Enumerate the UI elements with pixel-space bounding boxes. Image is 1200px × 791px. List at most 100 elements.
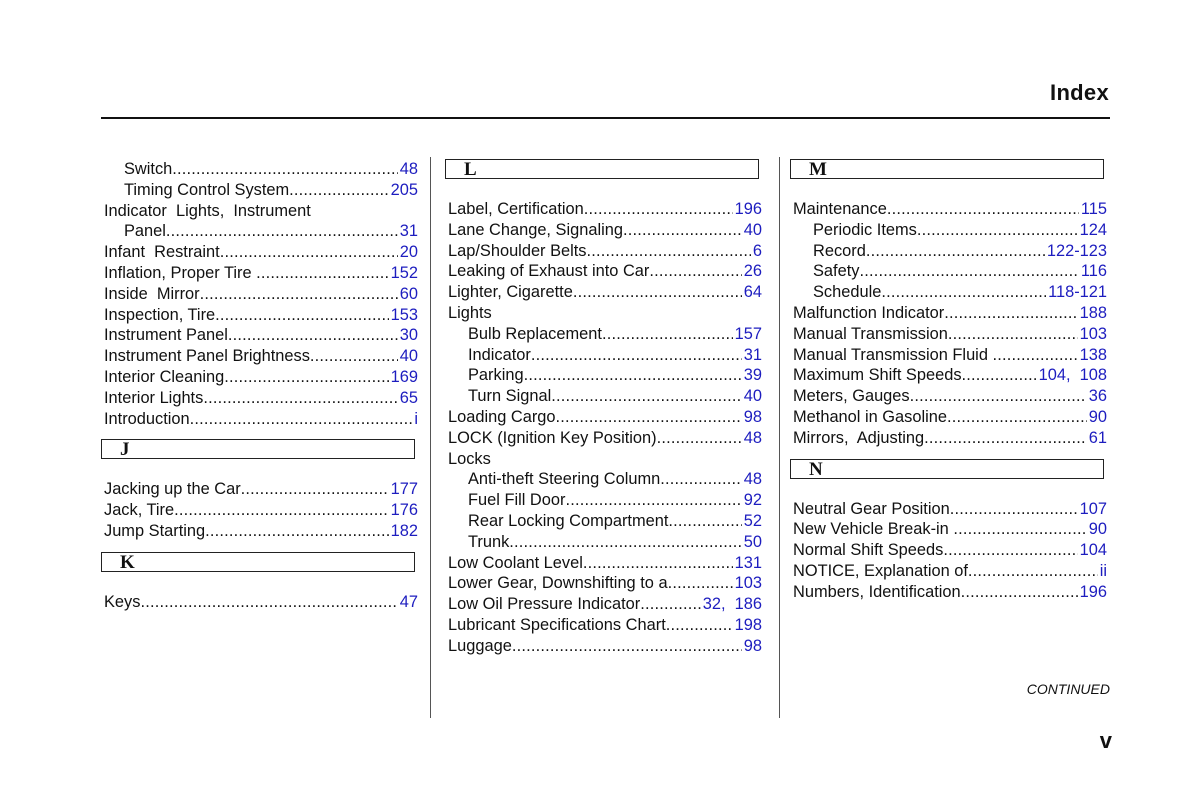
index-entry: Jacking up the Car 177 [104, 479, 418, 500]
dot-leader [224, 367, 388, 388]
page-reference-link[interactable]: 52 [742, 511, 762, 532]
index-entry: Leaking of Exhaust into Car 26 [448, 261, 762, 282]
page-reference-link[interactable]: 26 [742, 261, 762, 282]
page-reference-link[interactable]: 153 [389, 305, 418, 326]
entry-term: Instrument Panel [104, 326, 228, 345]
entry-term: Normal Shift Speeds [793, 541, 944, 560]
page-reference-link[interactable]: 118-121 [1046, 282, 1107, 303]
entry-term: Turn Signal [468, 387, 552, 406]
page-reference-link[interactable]: 98 [742, 407, 762, 428]
page-reference-link[interactable]: 131 [733, 553, 762, 574]
page-reference-link[interactable]: 48 [398, 159, 418, 180]
index-entry: Low Oil Pressure Indicator 32, 186 [448, 594, 762, 615]
page-reference-link[interactable]: 40 [742, 386, 762, 407]
page-reference-link[interactable]: 65 [398, 388, 418, 409]
index-entry: Numbers, Identification 196 [793, 582, 1107, 603]
entry-term: Introduction [104, 409, 190, 428]
dot-leader [962, 365, 1037, 386]
index-entry: Indicator Lights, Instrument [104, 201, 418, 222]
page-reference-link[interactable]: 196 [1078, 582, 1107, 603]
dot-leader [310, 346, 398, 367]
index-entry: Keys 47 [104, 592, 418, 613]
index-entry: Lubricant Specifications Chart 198 [448, 615, 762, 636]
page-reference-link[interactable]: 182 [389, 521, 418, 542]
page-reference-link[interactable]: 64 [742, 282, 762, 303]
page-reference-link[interactable]: 205 [389, 180, 418, 201]
page-reference-link[interactable]: 40 [398, 346, 418, 367]
index-subentry: Switch 48 [104, 159, 418, 180]
page-reference-link[interactable]: 104, 108 [1037, 365, 1107, 386]
dot-leader [623, 220, 742, 241]
entry-term: Schedule [813, 283, 882, 302]
page-reference-link[interactable]: 188 [1078, 303, 1107, 324]
page-reference-link[interactable]: 32, 186 [701, 594, 762, 615]
index-entry: Label, Certification 196 [448, 199, 762, 220]
index-entry: Lane Change, Signaling 40 [448, 220, 762, 241]
page-reference-link[interactable]: 30 [398, 325, 418, 346]
page-reference-link[interactable]: 198 [733, 615, 762, 636]
page-reference-link[interactable]: 36 [1087, 386, 1107, 407]
index-entry: Inflation, Proper Tire 152 [104, 263, 418, 284]
entry-term: Luggage [448, 636, 512, 655]
letter-section-header: K [101, 551, 415, 573]
dot-leader [509, 532, 741, 553]
entry-term: Indicator [468, 345, 531, 364]
page-reference-link[interactable]: ii [1098, 561, 1107, 582]
dot-leader [881, 282, 1046, 303]
entry-term: Lap/Shoulder Belts [448, 241, 587, 260]
page-reference-link[interactable]: 169 [389, 367, 418, 388]
page-reference-link[interactable]: 92 [742, 490, 762, 511]
page-reference-link[interactable]: 116 [1079, 261, 1107, 282]
page-reference-link[interactable]: 31 [742, 345, 762, 366]
index-entry: Introduction i [104, 409, 418, 430]
page-reference-link[interactable]: 90 [1087, 407, 1107, 428]
page-reference-link[interactable]: 104 [1078, 540, 1107, 561]
entry-term: Safety [813, 262, 860, 281]
page-reference-link[interactable]: 61 [1087, 428, 1107, 449]
page-reference-link[interactable]: 124 [1078, 220, 1107, 241]
page-reference-link[interactable]: 20 [398, 242, 418, 263]
page-reference-link[interactable]: 196 [733, 199, 762, 220]
page-reference-link[interactable]: 98 [742, 636, 762, 657]
page-reference-link[interactable]: 47 [398, 592, 418, 613]
page-reference-link[interactable]: 157 [733, 324, 762, 345]
entry-term: Mirrors, Adjusting [793, 428, 925, 447]
page-reference-link[interactable]: 90 [1087, 519, 1107, 540]
entry-term: Methanol in Gasoline [793, 407, 947, 426]
page-reference-link[interactable]: 60 [398, 284, 418, 305]
page-reference-link[interactable]: 103 [733, 573, 762, 594]
page-reference-link[interactable]: 48 [742, 469, 762, 490]
dot-leader [203, 388, 397, 409]
page-reference-link[interactable]: i [412, 409, 418, 430]
dot-leader [666, 615, 733, 636]
page-reference-link[interactable]: 107 [1078, 499, 1107, 520]
page-reference-link[interactable]: 39 [742, 365, 762, 386]
dot-leader [228, 325, 398, 346]
page-reference-link[interactable]: 48 [742, 428, 762, 449]
dot-leader [172, 159, 397, 180]
dot-leader [289, 180, 388, 201]
index-entry: Interior Lights 65 [104, 388, 418, 409]
page-reference-link[interactable]: 152 [389, 263, 418, 284]
page-reference-link[interactable]: 138 [1078, 345, 1107, 366]
dot-leader [657, 428, 742, 449]
entry-term: Jack, Tire [104, 501, 175, 520]
page-reference-link[interactable]: 50 [742, 532, 762, 553]
index-subentry: Turn Signal 40 [448, 386, 762, 407]
page-reference-link[interactable]: 115 [1079, 199, 1107, 220]
page-reference-link[interactable]: 103 [1078, 324, 1107, 345]
section-letter: M [809, 159, 827, 180]
page-reference-link[interactable]: 122-123 [1045, 241, 1107, 262]
entry-term: Locks [448, 449, 491, 468]
dot-leader [200, 284, 398, 305]
page-reference-link[interactable]: 40 [742, 220, 762, 241]
dot-leader [174, 500, 389, 521]
page-reference-link[interactable]: 31 [398, 221, 418, 242]
index-entry: Lap/Shoulder Belts 6 [448, 241, 762, 262]
page-reference-link[interactable]: 177 [389, 479, 418, 500]
page-reference-link[interactable]: 6 [751, 241, 762, 262]
index-entry: Loading Cargo 98 [448, 407, 762, 428]
entry-term: Fuel Fill Door [468, 491, 566, 510]
entry-term: Parking [468, 366, 524, 385]
page-reference-link[interactable]: 176 [389, 500, 418, 521]
